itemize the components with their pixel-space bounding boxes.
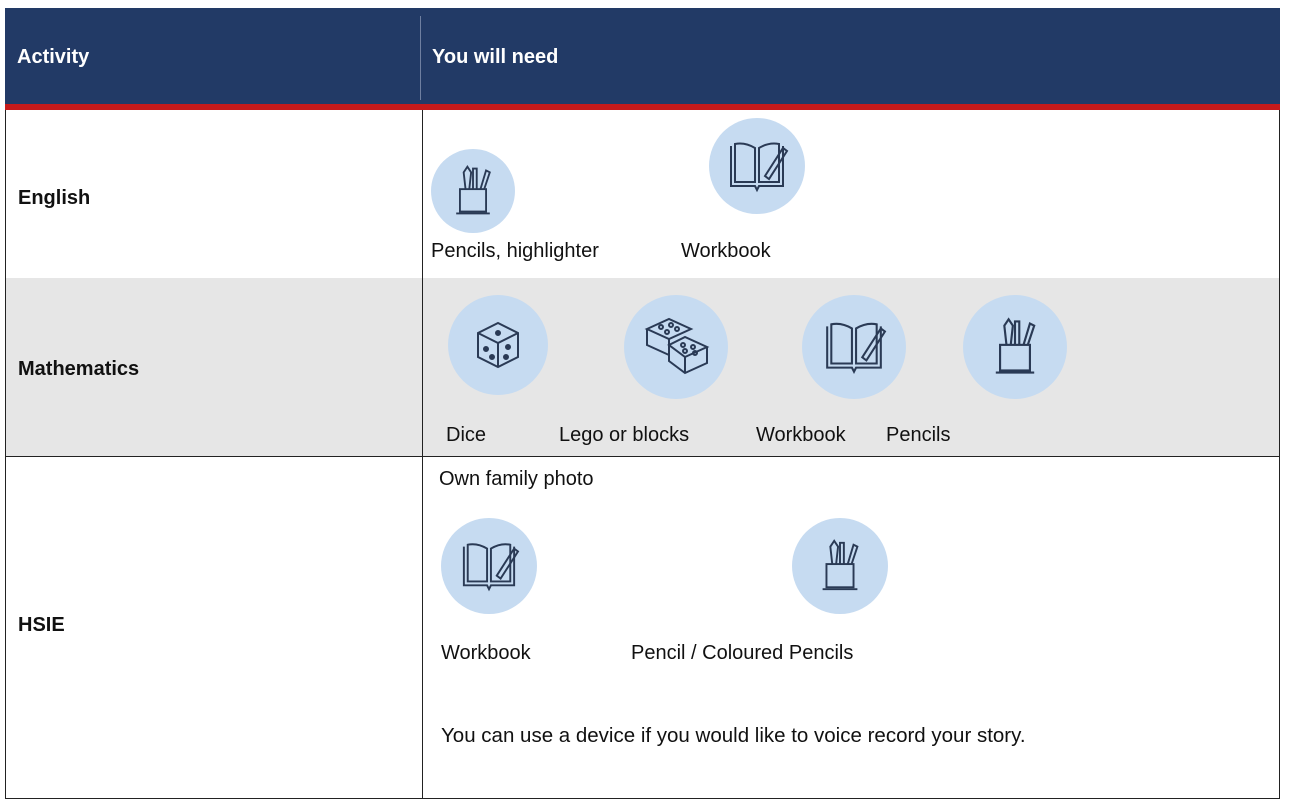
item-label: Workbook — [681, 240, 771, 262]
subject-mathematics: Mathematics — [18, 358, 140, 380]
item-label: Pencils — [886, 424, 951, 446]
item-label: Pencils, highlighter — [431, 240, 599, 262]
resources-table: Activity You will need English Pencils, … — [5, 8, 1280, 799]
item-label: Dice — [446, 424, 487, 446]
item-label: Pencil / Coloured Pencils — [631, 642, 854, 664]
subject-hsie: HSIE — [18, 614, 65, 636]
header-activity: Activity — [17, 45, 90, 68]
pencil-cup-icon — [963, 295, 1067, 399]
item-label: Workbook — [441, 642, 531, 664]
pencil-cup-icon — [792, 518, 888, 614]
header-divider — [420, 16, 421, 100]
item-label: Lego or blocks — [559, 424, 690, 446]
workbook-icon — [802, 295, 906, 399]
lego-blocks-icon — [624, 295, 728, 399]
device-note: You can use a device if you would like t… — [441, 724, 1026, 747]
table-header: Activity You will need — [5, 8, 1280, 110]
workbook-icon — [709, 118, 805, 214]
table-row-mathematics: Mathematics Dice Lego or blocks Workbook… — [5, 278, 1280, 457]
header-you-will-need: You will need — [432, 45, 559, 68]
item-label: Workbook — [756, 424, 846, 446]
dice-icon — [448, 295, 548, 395]
workbook-icon — [441, 518, 537, 614]
table-row-english: English Pencils, highlighter Workbook — [5, 110, 1280, 279]
table-row-hsie: HSIE Own family photo Workbook Pencil / … — [5, 456, 1280, 799]
pencil-cup-icon — [431, 149, 515, 233]
subject-english: English — [18, 187, 91, 209]
intro-text: Own family photo — [439, 468, 594, 490]
